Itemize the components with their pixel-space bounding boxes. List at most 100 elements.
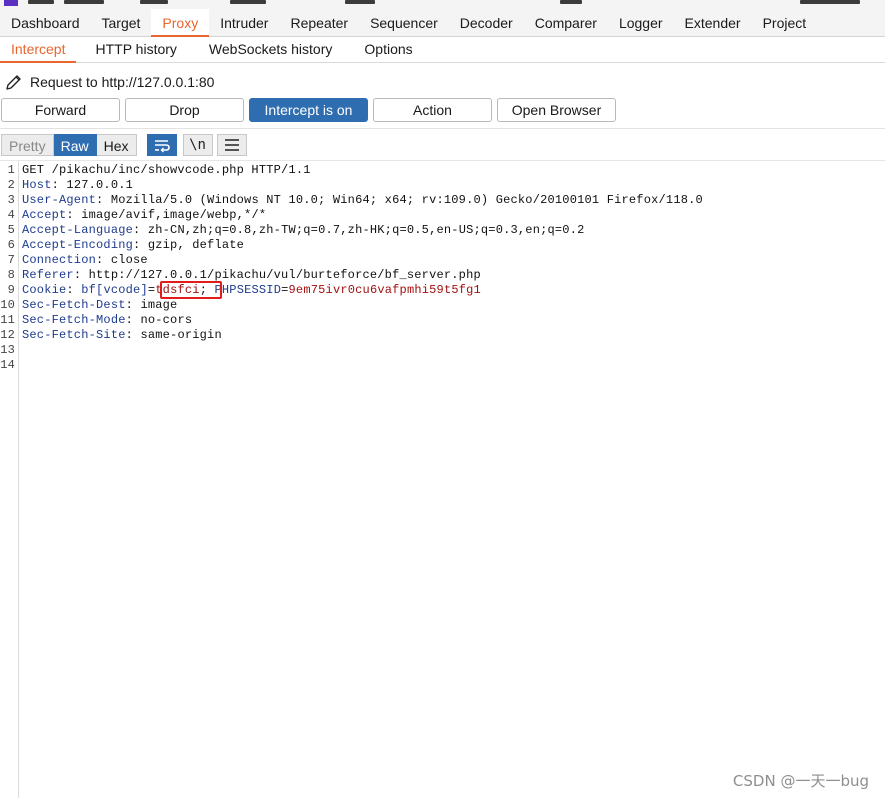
header-name: Accept-Encoding <box>22 238 134 252</box>
header-separator: : <box>73 268 89 282</box>
title-fragment <box>140 0 168 4</box>
line-number: 9 <box>7 283 15 297</box>
open-browser-button[interactable]: Open Browser <box>497 98 616 122</box>
tab-dashboard[interactable]: Dashboard <box>0 9 91 37</box>
header-line-connection: 7 Connection: close <box>0 253 703 268</box>
header-value: close <box>110 253 148 267</box>
view-pretty-button[interactable]: Pretty <box>1 133 54 156</box>
header-value: zh-CN,zh;q=0.8,zh-TW;q=0.7,zh-HK;q=0.5,e… <box>147 223 585 237</box>
header-line-user-agent: 3 User-Agent: Mozilla/5.0 (Windows NT 10… <box>0 193 703 208</box>
cookie-equals: = <box>281 283 289 297</box>
line-number: 1 <box>7 163 15 177</box>
line-number: 3 <box>7 193 15 207</box>
header-value: gzip, deflate <box>147 238 245 252</box>
header-separator: : <box>133 223 148 237</box>
app-logo-icon <box>4 0 18 6</box>
action-button[interactable]: Action <box>373 98 492 122</box>
tab-logger[interactable]: Logger <box>608 9 674 37</box>
header-line-sec-fetch-dest: 10 Sec-Fetch-Dest: image <box>0 298 703 313</box>
header-name: Accept <box>22 208 67 222</box>
header-separator: : <box>125 328 141 342</box>
header-value: 127.0.0.1 <box>66 178 134 192</box>
blank-line: 13 <box>0 343 703 358</box>
request-editor[interactable]: 1 GET /pikachu/inc/showvcode.php HTTP/1.… <box>0 160 885 798</box>
hamburger-menu-icon[interactable] <box>216 133 247 156</box>
subtab-http-history[interactable]: HTTP history <box>84 37 187 63</box>
header-value: no-cors <box>140 313 193 327</box>
tab-target[interactable]: Target <box>91 9 152 37</box>
line-number: 12 <box>0 328 15 342</box>
message-view-toolbar: Pretty Raw Hex \n <box>0 133 247 156</box>
line-number: 14 <box>0 358 15 372</box>
header-name: Accept-Language <box>22 223 134 237</box>
line-number: 11 <box>0 313 15 327</box>
window-title-strip <box>0 0 885 9</box>
header-value: image <box>140 298 178 312</box>
intercept-toggle-button[interactable]: Intercept is on <box>249 98 368 122</box>
view-hex-button[interactable]: Hex <box>96 133 137 156</box>
header-line-accept-encoding: 6 Accept-Encoding: gzip, deflate <box>0 238 703 253</box>
cookie-name-phpsessid: PHPSESSID <box>214 283 282 297</box>
tab-repeater[interactable]: Repeater <box>279 9 359 37</box>
pencil-icon[interactable] <box>4 72 24 92</box>
header-value: http://127.0.0.1/pikachu/vul/burteforce/… <box>88 268 481 282</box>
tab-sequencer[interactable]: Sequencer <box>359 9 449 37</box>
request-target-label: Request to http://127.0.0.1:80 <box>30 74 215 90</box>
line-number: 8 <box>7 268 15 282</box>
cookie-value-phpsessid: 9em75ivr0cu6vafpmhi59t5fg1 <box>288 283 481 297</box>
show-newlines-button[interactable]: \n <box>182 133 213 156</box>
blank-line-content <box>19 358 22 373</box>
tab-decoder[interactable]: Decoder <box>449 9 524 37</box>
header-line-sec-fetch-mode: 11 Sec-Fetch-Mode: no-cors <box>0 313 703 328</box>
header-line-sec-fetch-site: 12 Sec-Fetch-Site: same-origin <box>0 328 703 343</box>
toolbar-divider <box>0 128 885 129</box>
subtab-websockets-history[interactable]: WebSockets history <box>198 37 343 63</box>
csdn-watermark: CSDN @一天一bug <box>732 772 869 790</box>
header-name: Sec-Fetch-Mode <box>22 313 126 327</box>
line-number: 4 <box>7 208 15 222</box>
header-name: User-Agent <box>22 193 97 207</box>
header-name: Sec-Fetch-Site <box>22 328 126 342</box>
title-fragment <box>800 0 860 4</box>
header-separator: : <box>96 253 111 267</box>
header-line-referer: 8 Referer: http://127.0.0.1/pikachu/vul/… <box>0 268 703 283</box>
main-tab-bar: Dashboard Target Proxy Intruder Repeater… <box>0 9 885 37</box>
header-separator: : <box>125 313 141 327</box>
request-line-1: 1 GET /pikachu/inc/showvcode.php HTTP/1.… <box>0 163 703 178</box>
subtab-options[interactable]: Options <box>353 37 423 63</box>
tab-intruder[interactable]: Intruder <box>209 9 279 37</box>
title-fragment <box>230 0 266 4</box>
header-name: Sec-Fetch-Dest <box>22 298 126 312</box>
line-number: 5 <box>7 223 15 237</box>
header-separator: : <box>96 193 111 207</box>
header-value: same-origin <box>140 328 222 342</box>
cookie-separator: ; <box>199 283 215 297</box>
tab-extender[interactable]: Extender <box>674 9 752 37</box>
header-value: image/avif,image/webp,*/* <box>81 208 267 222</box>
proxy-sub-tab-bar: Intercept HTTP history WebSockets histor… <box>0 37 885 63</box>
drop-button[interactable]: Drop <box>125 98 244 122</box>
header-separator: : <box>66 283 82 297</box>
header-separator: : <box>125 298 141 312</box>
tab-comparer[interactable]: Comparer <box>524 9 608 37</box>
header-separator: : <box>51 178 67 192</box>
view-raw-button[interactable]: Raw <box>53 133 97 156</box>
request-lines: 1 GET /pikachu/inc/showvcode.php HTTP/1.… <box>0 163 703 373</box>
request-target-line: Request to http://127.0.0.1:80 <box>0 69 214 95</box>
tab-project[interactable]: Project <box>752 9 818 37</box>
header-separator: : <box>133 238 148 252</box>
cookie-name-vcode: bf[vcode] <box>81 283 148 297</box>
header-line-host: 2 Host: 127.0.0.1 <box>0 178 703 193</box>
line-number: 10 <box>0 298 15 312</box>
subtab-intercept[interactable]: Intercept <box>0 37 77 63</box>
title-fragment <box>64 0 104 4</box>
forward-button[interactable]: Forward <box>1 98 120 122</box>
request-start-line: GET /pikachu/inc/showvcode.php HTTP/1.1 <box>22 163 311 177</box>
line-number: 13 <box>0 343 15 357</box>
line-number: 2 <box>7 178 15 192</box>
wrap-lines-icon[interactable] <box>146 133 177 156</box>
line-number: 6 <box>7 238 15 252</box>
tab-proxy[interactable]: Proxy <box>151 9 210 37</box>
header-line-accept: 4 Accept: image/avif,image/webp,*/* <box>0 208 703 223</box>
header-name: Referer <box>22 268 74 282</box>
